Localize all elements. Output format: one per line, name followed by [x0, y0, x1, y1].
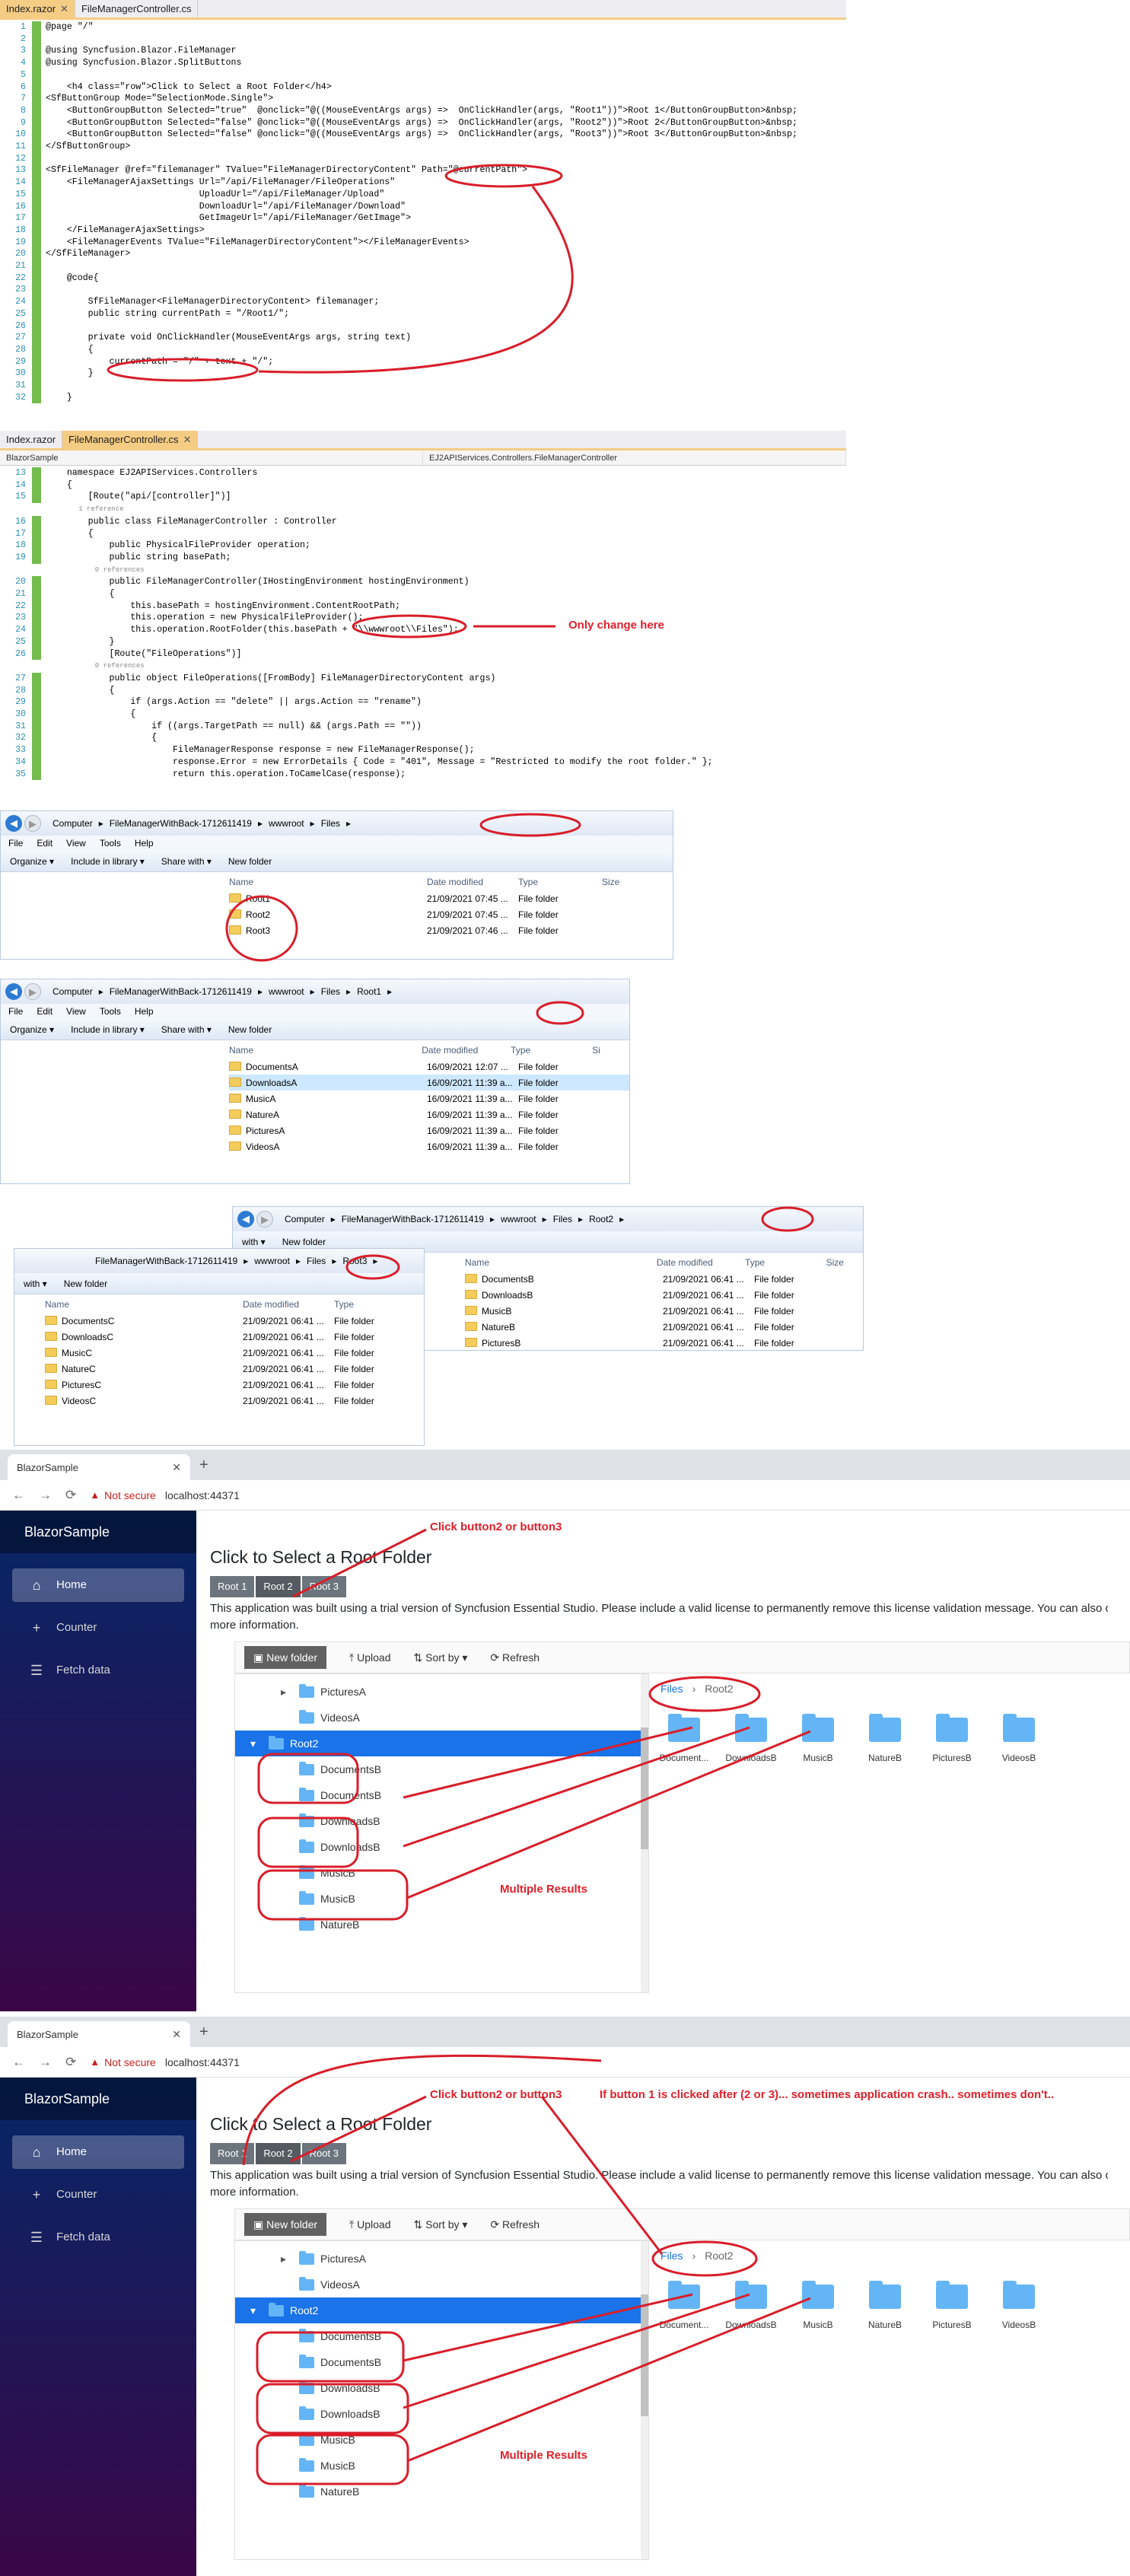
highlight-box-downloads: [256, 2383, 409, 2434]
annotation-arrow: [292, 1528, 427, 1598]
highlight-box-music: [257, 1869, 409, 1921]
annotation-arrow: [540, 2096, 664, 2255]
highlight-oval-currentpath: [107, 358, 259, 382]
annotation-multiple-results: Multiple Results: [500, 2449, 588, 2462]
annotation-only-change: Only change here: [568, 619, 664, 632]
annotation-click-button: Click button2 or button3: [430, 2088, 562, 2101]
annotation-arrow: [403, 2293, 750, 2409]
annotation-arrow: [290, 2095, 427, 2163]
annotation-arrow: [406, 2297, 811, 2463]
highlight-oval-breadcrumb: [648, 1676, 761, 1712]
highlight-oval-root1: [536, 1001, 584, 1025]
highlight-oval-path: [444, 164, 563, 188]
highlight-oval-breadcrumb: [651, 2240, 758, 2277]
highlight-oval-files: [479, 813, 581, 837]
annotation-arrow: [242, 2054, 602, 2166]
highlight-oval-root3: [345, 1254, 400, 1280]
annotation-multiple-results: Multiple Results: [500, 1883, 588, 1896]
annotation-arrow: [406, 1730, 811, 1899]
highlight-oval-rootfolder: [352, 614, 467, 638]
highlight-box-downloads: [257, 1817, 359, 1868]
highlight-box-documents: [257, 1753, 359, 1804]
annotation-arrow: [258, 186, 574, 374]
highlight-oval-root2: [761, 1206, 814, 1232]
highlight-box-documents: [256, 2331, 405, 2383]
annotation-overlay: [107, 164, 814, 2485]
annotation-click-button: Click button2 or button3: [430, 1520, 562, 1533]
highlight-oval-roots: [225, 895, 298, 962]
highlight-box-music: [256, 2434, 409, 2485]
annotation-crash-note: If button 1 is clicked after (2 or 3)...…: [600, 2088, 1055, 2101]
